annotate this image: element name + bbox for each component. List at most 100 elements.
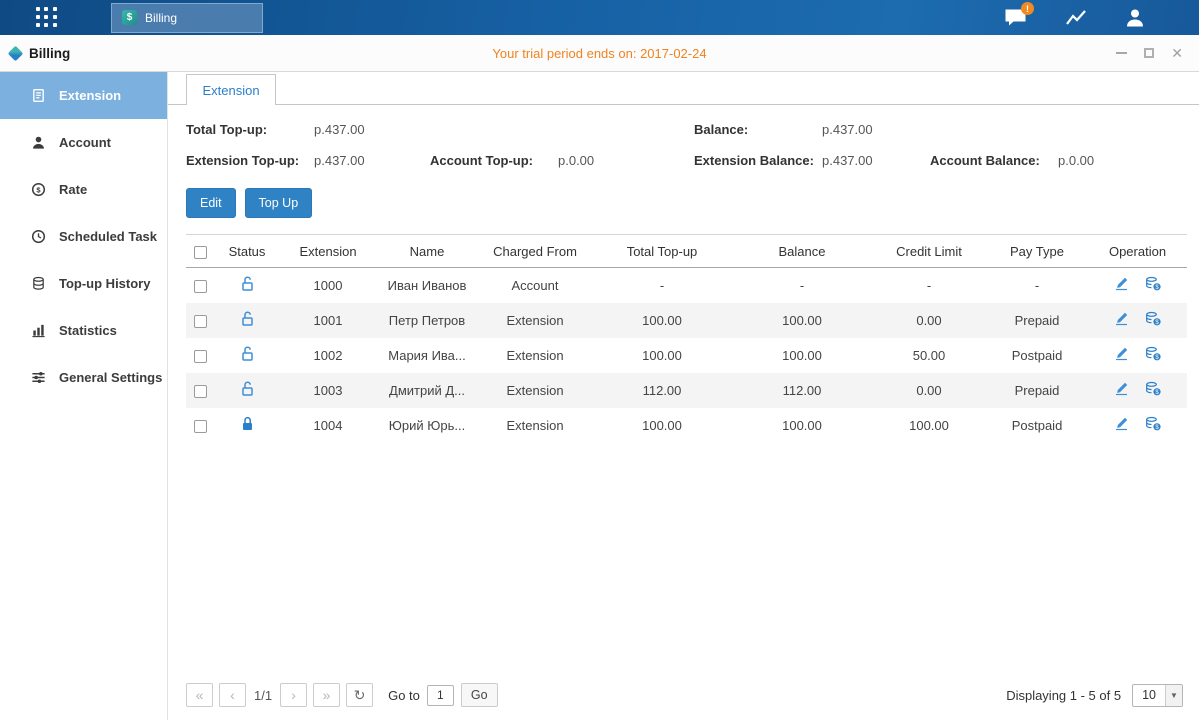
- refresh-button[interactable]: ↻: [346, 683, 373, 707]
- last-page-button[interactable]: »: [313, 683, 340, 707]
- sidebar-item-general-settings[interactable]: General Settings: [0, 354, 167, 401]
- sidebar-item-rate[interactable]: $ Rate: [0, 166, 167, 213]
- account-topup-value: p.0.00: [558, 153, 594, 168]
- top-up-icon[interactable]: $: [1145, 416, 1161, 431]
- cell-extension: 1001: [314, 313, 343, 328]
- cell-extension: 1004: [314, 418, 343, 433]
- svg-text:$: $: [36, 185, 41, 194]
- balance-summary: Total Top-up: p.437.00 Balance: p.437.00…: [168, 105, 1199, 170]
- tab-extension[interactable]: Extension: [186, 74, 276, 105]
- cell-credit-limit: 0.00: [916, 383, 941, 398]
- top-up-icon[interactable]: $: [1145, 276, 1161, 291]
- cell-balance: 100.00: [782, 418, 822, 433]
- cell-name: Мария Ива...: [388, 348, 466, 363]
- minimize-icon[interactable]: [1116, 46, 1127, 60]
- user-menu-button[interactable]: [1125, 8, 1145, 27]
- cell-total-topup: -: [660, 278, 664, 293]
- lock-open-icon[interactable]: [240, 346, 255, 362]
- taskbar-billing-label: Billing: [145, 11, 177, 25]
- row-checkbox[interactable]: [194, 315, 207, 328]
- top-up-button[interactable]: Top Up: [245, 188, 313, 218]
- sidebar-item-scheduled-task[interactable]: Scheduled Task: [0, 213, 167, 260]
- total-topup-label: Total Top-up:: [186, 122, 314, 137]
- col-extension: Extension: [280, 235, 376, 268]
- cell-balance: 100.00: [782, 313, 822, 328]
- cell-extension: 1003: [314, 383, 343, 398]
- sidebar-item-statistics[interactable]: Statistics: [0, 307, 167, 354]
- table-row: 1001 Петр Петров Extension 100.00 100.00…: [186, 303, 1187, 338]
- col-operation: Operation: [1088, 235, 1187, 268]
- select-all-checkbox[interactable]: [194, 246, 207, 259]
- sidebar-item-label: Statistics: [59, 323, 117, 338]
- edit-icon[interactable]: [1114, 346, 1129, 361]
- row-checkbox[interactable]: [194, 280, 207, 293]
- sidebar-item-label: General Settings: [59, 370, 162, 385]
- lock-open-icon[interactable]: [240, 381, 255, 397]
- cell-pay-type: -: [1035, 278, 1039, 293]
- balance-label: Balance:: [694, 122, 822, 137]
- account-topup-label: Account Top-up:: [430, 153, 558, 168]
- window-titlebar: Billing Your trial period ends on: 2017-…: [0, 35, 1199, 72]
- sidebar-item-topup-history[interactable]: Top-up History: [0, 260, 167, 307]
- edit-icon[interactable]: [1114, 276, 1129, 291]
- lock-open-icon[interactable]: [240, 311, 255, 327]
- col-total-topup: Total Top-up: [592, 235, 732, 268]
- extension-balance-label: Extension Balance:: [694, 153, 822, 168]
- row-checkbox[interactable]: [194, 420, 207, 433]
- lock-open-icon[interactable]: [240, 276, 255, 292]
- refresh-icon: ↻: [354, 687, 366, 704]
- edit-button[interactable]: Edit: [186, 188, 236, 218]
- table-row: 1000 Иван Иванов Account - - - -: [186, 268, 1187, 303]
- cell-extension: 1002: [314, 348, 343, 363]
- maximize-icon[interactable]: [1144, 46, 1154, 60]
- cell-pay-type: Prepaid: [1015, 313, 1060, 328]
- edit-icon[interactable]: [1114, 416, 1129, 431]
- desktop-topbar: $ Billing !: [0, 0, 1199, 35]
- goto-label: Go to: [388, 688, 420, 703]
- col-pay-type: Pay Type: [986, 235, 1088, 268]
- lock-closed-icon[interactable]: [240, 416, 255, 432]
- sidebar-item-extension[interactable]: Extension: [0, 72, 167, 119]
- window-title: Billing: [10, 46, 70, 61]
- notifications-button[interactable]: !: [1004, 8, 1027, 27]
- extension-topup-value: p.437.00: [314, 153, 365, 168]
- apps-grid-icon[interactable]: [36, 7, 58, 29]
- close-icon[interactable]: ✕: [1171, 46, 1183, 60]
- main-panel: Extension Total Top-up: p.437.00 Balance…: [168, 72, 1199, 720]
- edit-icon[interactable]: [1114, 311, 1129, 326]
- sidebar: Extension Account $ Rate Scheduled Task: [0, 72, 168, 720]
- top-up-icon[interactable]: $: [1145, 381, 1161, 396]
- cell-credit-limit: 50.00: [913, 348, 946, 363]
- row-checkbox[interactable]: [194, 385, 207, 398]
- edit-icon[interactable]: [1114, 381, 1129, 396]
- cell-balance: 112.00: [783, 383, 822, 398]
- extensions-table: Status Extension Name Charged From Total…: [186, 234, 1187, 443]
- row-checkbox[interactable]: [194, 350, 207, 363]
- taskbar-billing-button[interactable]: $ Billing: [111, 3, 263, 33]
- cell-charged-from: Extension: [506, 348, 563, 363]
- rate-icon: $: [31, 182, 46, 197]
- next-page-button[interactable]: ›: [280, 683, 307, 707]
- displaying-text: Displaying 1 - 5 of 5: [1006, 688, 1121, 703]
- cell-charged-from: Extension: [506, 383, 563, 398]
- top-up-icon[interactable]: $: [1145, 346, 1161, 361]
- notification-badge: !: [1021, 2, 1034, 15]
- page-size-select[interactable]: 10 ▼: [1132, 684, 1183, 707]
- top-up-icon[interactable]: $: [1145, 311, 1161, 326]
- table-header-row: Status Extension Name Charged From Total…: [186, 235, 1187, 268]
- next-page-icon: ›: [291, 687, 296, 703]
- first-page-button[interactable]: «: [186, 683, 213, 707]
- prev-page-button[interactable]: ‹: [219, 683, 246, 707]
- cell-extension: 1000: [314, 278, 343, 293]
- cell-pay-type: Postpaid: [1012, 348, 1063, 363]
- sidebar-item-account[interactable]: Account: [0, 119, 167, 166]
- cell-credit-limit: 100.00: [909, 418, 949, 433]
- cell-name: Иван Иванов: [388, 278, 467, 293]
- go-button[interactable]: Go: [461, 683, 498, 707]
- statistics-button[interactable]: [1065, 9, 1087, 27]
- goto-page-input[interactable]: [427, 685, 454, 706]
- col-status: Status: [214, 235, 280, 268]
- cell-total-topup: 100.00: [642, 313, 682, 328]
- clock-icon: [31, 229, 46, 244]
- account-icon: [31, 135, 46, 150]
